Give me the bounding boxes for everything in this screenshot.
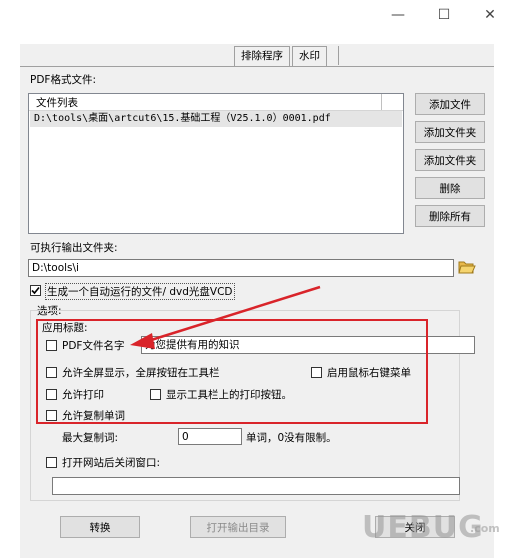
watermark-logo: UEBUG [362, 510, 484, 545]
watermark-suffix: .com [470, 522, 500, 535]
annotation-arrow [130, 285, 321, 349]
